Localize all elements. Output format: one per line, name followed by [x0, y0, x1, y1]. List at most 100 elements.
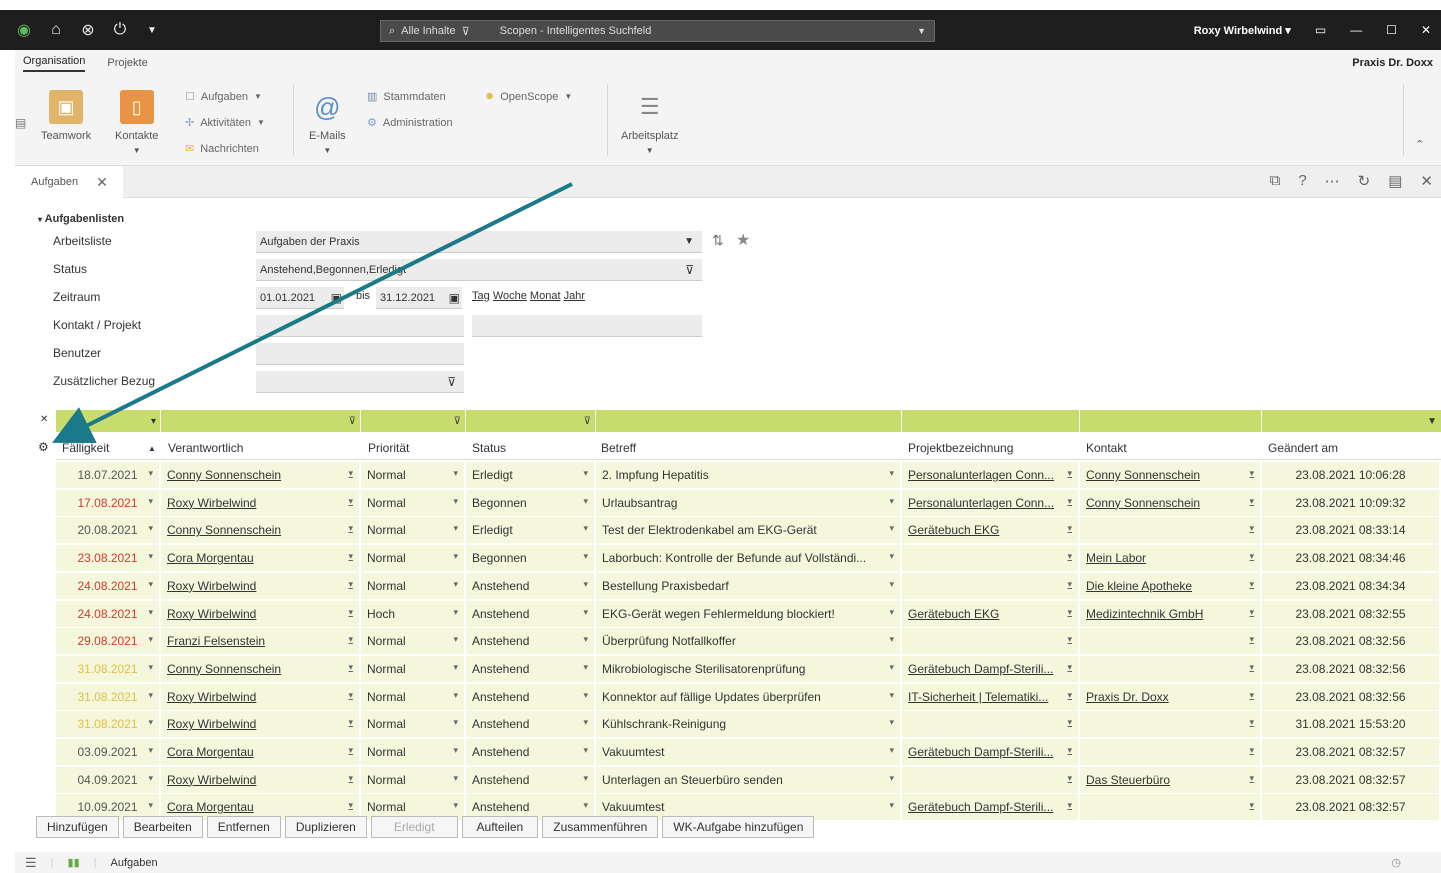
- cell-prio[interactable]: Normal ▾: [361, 628, 466, 655]
- administration-button[interactable]: ⚙ Administration: [367, 116, 453, 130]
- table-row[interactable]: 03.09.2021 ▾ Cora Morgentau ▾ Normal ▾ Anstehe…: [56, 739, 1441, 765]
- help-icon[interactable]: ?: [1298, 172, 1306, 190]
- chevron-down-icon[interactable]: ▾: [889, 745, 894, 756]
- chevron-down-icon[interactable]: ▾: [1067, 634, 1072, 645]
- cell-contact[interactable]: ▾: [1080, 711, 1262, 738]
- cell-subject[interactable]: Überprüfung Notfallkoffer ▾: [596, 628, 902, 655]
- cell-date[interactable]: 31.08.2021 ▾: [56, 655, 161, 682]
- header-kontakt[interactable]: Kontakt: [1086, 441, 1127, 455]
- close-doc-icon[interactable]: ✕: [1420, 172, 1433, 190]
- arbeitsliste-select[interactable]: Aufgaben der Praxis ▼: [256, 231, 702, 253]
- cell-changed[interactable]: 23.08.2021 08:32:57: [1262, 794, 1441, 821]
- cell-resp[interactable]: Roxy Wirbelwind ▾: [161, 683, 361, 710]
- cell-project[interactable]: ▾: [902, 766, 1080, 793]
- calendar-icon[interactable]: ▣: [449, 291, 460, 305]
- table-row[interactable]: 31.08.2021 ▾ Conny Sonnenschein ▾ Normal ▾ Ans…: [56, 655, 1441, 682]
- filter-cell-betreff[interactable]: [596, 410, 902, 432]
- chevron-down-icon[interactable]: ▾: [348, 662, 353, 673]
- chevron-down-icon[interactable]: ▾: [148, 717, 153, 728]
- chevron-down-icon[interactable]: ▾: [348, 496, 353, 507]
- chevron-down-icon[interactable]: ▾: [348, 468, 353, 479]
- cell-resp[interactable]: Cora Morgentau ▾: [161, 545, 361, 572]
- chart-icon[interactable]: ▮▮: [68, 856, 80, 869]
- cell-resp[interactable]: Roxy Wirbelwind ▾: [161, 489, 361, 516]
- cell-status[interactable]: Begonnen ▾: [466, 489, 596, 516]
- merge-button[interactable]: Zusammenführen: [542, 816, 659, 838]
- emails-button[interactable]: @ E-Mails ▼: [309, 90, 346, 156]
- chevron-down-icon[interactable]: ▾: [1249, 579, 1254, 590]
- cell-prio[interactable]: Normal ▾: [361, 572, 466, 599]
- chevron-down-icon[interactable]: ▾: [1067, 800, 1072, 811]
- cell-status[interactable]: Anstehend ▾: [466, 628, 596, 655]
- chevron-down-icon[interactable]: ▾: [1249, 690, 1254, 701]
- chevron-down-icon[interactable]: ▾: [889, 579, 894, 590]
- cell-prio[interactable]: Normal ▾: [361, 766, 466, 793]
- table-row[interactable]: 17.08.2021 ▾ Roxy Wirbelwind ▾ Normal ▾ Begonn…: [56, 489, 1441, 516]
- cell-project[interactable]: Personalunterlagen Conn... ▾: [902, 462, 1080, 488]
- chevron-down-icon[interactable]: ▾: [348, 551, 353, 562]
- chevron-down-icon[interactable]: ▾: [348, 800, 353, 811]
- cell-changed[interactable]: 23.08.2021 08:34:46: [1262, 545, 1441, 572]
- cell-contact[interactable]: ▾: [1080, 655, 1262, 682]
- chevron-down-icon[interactable]: ▾: [1249, 662, 1254, 673]
- calendar-icon[interactable]: ▣: [331, 291, 342, 305]
- cell-date[interactable]: 24.08.2021 ▾: [56, 600, 161, 627]
- projekt-input[interactable]: [472, 315, 702, 337]
- chevron-down-icon[interactable]: ▾: [1067, 662, 1072, 673]
- cell-changed[interactable]: 23.08.2021 08:32:55: [1262, 600, 1441, 627]
- chevron-down-icon[interactable]: ▾: [453, 690, 458, 701]
- header-prioritaet[interactable]: Priorität: [368, 441, 409, 455]
- clear-filter-icon[interactable]: ✕: [40, 414, 48, 425]
- chevron-down-icon[interactable]: ▾: [889, 800, 894, 811]
- search-dropdown-icon[interactable]: ▼: [917, 26, 926, 36]
- chevron-down-icon[interactable]: ▾: [348, 523, 353, 534]
- cell-prio[interactable]: Normal ▾: [361, 655, 466, 682]
- cell-contact[interactable]: ▾: [1080, 517, 1262, 544]
- table-row[interactable]: 29.08.2021 ▾ Franzi Felsenstein ▾ Normal ▾ Ans…: [56, 628, 1441, 655]
- cell-date[interactable]: 04.09.2021 ▾: [56, 766, 161, 793]
- chevron-down-icon[interactable]: ▾: [1067, 496, 1072, 507]
- aufgaben-menu[interactable]: ☐ Aufgaben ▼: [185, 90, 262, 104]
- more-icon[interactable]: ⋯: [1325, 172, 1340, 190]
- link-monat[interactable]: Monat: [530, 290, 561, 302]
- cell-project[interactable]: ▾: [902, 545, 1080, 572]
- collapse-icon[interactable]: ▾: [38, 215, 42, 224]
- cell-status[interactable]: Anstehend ▾: [466, 655, 596, 682]
- chevron-down-icon[interactable]: ▾: [889, 496, 894, 507]
- edit-button[interactable]: Bearbeiten: [122, 816, 203, 838]
- chevron-down-icon[interactable]: ▾: [453, 523, 458, 534]
- chevron-down-icon[interactable]: ▾: [889, 717, 894, 728]
- cell-date[interactable]: 23.08.2021 ▾: [56, 545, 161, 572]
- chevron-down-icon[interactable]: ▾: [583, 579, 588, 590]
- power-icon[interactable]: ⏻: [110, 20, 130, 40]
- benutzer-input[interactable]: [256, 343, 464, 365]
- chevron-down-icon[interactable]: ▾: [1067, 745, 1072, 756]
- cell-prio[interactable]: Normal ▾: [361, 462, 466, 488]
- bag-icon[interactable]: ⌂: [46, 20, 66, 40]
- chevron-down-icon[interactable]: ▾: [148, 551, 153, 562]
- add-wk-task-button[interactable]: WK-Aufgabe hinzufügen: [662, 816, 815, 838]
- filter-cell-geaendert[interactable]: ▼: [1262, 410, 1441, 432]
- chevron-down-icon[interactable]: ▾: [1249, 773, 1254, 784]
- cell-project[interactable]: Gerätebuch Dampf-Sterili... ▾: [902, 655, 1080, 682]
- chevron-down-icon[interactable]: ▾: [348, 745, 353, 756]
- chevron-down-icon[interactable]: ▾: [148, 800, 153, 811]
- cell-contact[interactable]: Die kleine Apotheke ▾: [1080, 572, 1262, 599]
- chevron-down-icon[interactable]: ▾: [583, 468, 588, 479]
- chevron-down-icon[interactable]: ▾: [583, 773, 588, 784]
- cell-project[interactable]: Gerätebuch Dampf-Sterili... ▾: [902, 739, 1080, 765]
- cell-resp[interactable]: Roxy Wirbelwind ▾: [161, 600, 361, 627]
- cell-changed[interactable]: 23.08.2021 08:32:57: [1262, 766, 1441, 793]
- maximize-icon[interactable]: ☐: [1386, 23, 1397, 37]
- chevron-down-icon[interactable]: ▾: [889, 468, 894, 479]
- cell-prio[interactable]: Normal ▾: [361, 489, 466, 516]
- chevron-down-icon[interactable]: ▾: [1249, 468, 1254, 479]
- chevron-down-icon[interactable]: ▾: [583, 496, 588, 507]
- cell-resp[interactable]: Roxy Wirbelwind ▾: [161, 766, 361, 793]
- filter-cell-prioritaet[interactable]: ⊽: [361, 410, 466, 432]
- link-woche[interactable]: Woche: [493, 290, 527, 302]
- chevron-down-icon[interactable]: ▾: [148, 579, 153, 590]
- chevron-down-icon[interactable]: ▾: [453, 607, 458, 618]
- chevron-down-icon[interactable]: ▾: [348, 717, 353, 728]
- cell-resp[interactable]: Conny Sonnenschein ▾: [161, 655, 361, 682]
